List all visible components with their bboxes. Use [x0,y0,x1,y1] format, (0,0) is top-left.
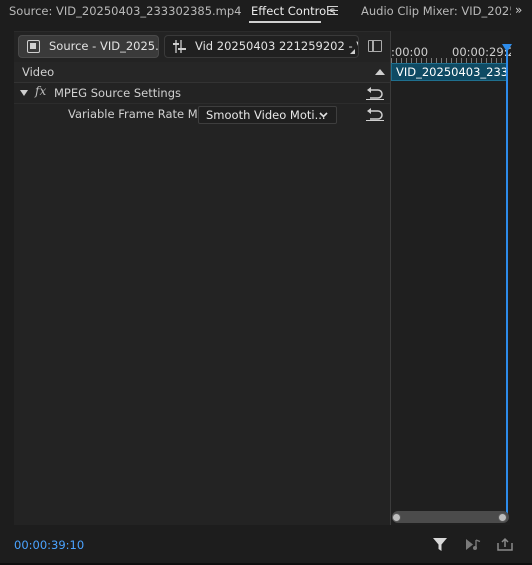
video-label: Video [22,65,55,79]
effect-name: MPEG Source Settings [54,86,182,100]
filter-icon[interactable] [433,537,447,552]
sequence-clip-button[interactable]: Vid 20250403 221259202 - VI... [164,35,359,58]
video-section-header: Video [14,62,390,83]
fx-icon[interactable]: fx [35,84,46,98]
timeline-clip[interactable]: VID_20250403_233302385 [391,63,508,81]
play-audio-icon[interactable] [465,537,481,552]
panel-toggle-icon[interactable] [368,40,382,52]
current-timecode[interactable]: 00:00:39:10 [14,538,84,552]
playhead[interactable] [506,46,508,514]
tab-audio-clip-mixer[interactable]: Audio Clip Mixer: VID_20250403 [361,4,511,18]
dropdown-corner-icon [350,49,355,54]
frame-rate-dropdown[interactable]: Smooth Video Moti... [198,106,337,124]
sequence-icon [173,40,186,53]
dropdown-value: Smooth Video Moti... [206,108,326,122]
ruler-end-time: 00:00:29:2 [452,45,511,59]
export-icon[interactable] [497,537,513,552]
source-clip-icon [27,40,40,53]
reset-icon[interactable] [366,108,384,121]
panel-tab-strip: Source: VID_20250403_233302385.mp4 Effec… [0,0,532,24]
menu-icon[interactable] [328,6,338,15]
effect-timeline [390,31,510,525]
zoom-scrollbar[interactable] [392,511,509,523]
tab-effect-controls[interactable]: Effect Controls [251,4,335,18]
timeline-clip-label: VID_20250403_233302385 [396,65,508,79]
ruler-start-time: :00:00 [391,45,429,59]
property-label: Variable Frame Rate Mo... [68,107,216,121]
collapse-icon[interactable] [375,69,385,75]
overflow-chevron-icon[interactable]: » [515,3,522,17]
tab-source[interactable]: Source: VID_20250403_233302385.mp4 [9,4,242,18]
twirl-down-icon[interactable] [20,90,28,96]
source-clip-button[interactable]: Source - VID_2025... [18,35,159,58]
zoom-scrollbar-left-handle[interactable] [392,513,401,522]
zoom-scrollbar-right-handle[interactable] [498,513,507,522]
dropdown-arrow-icon [319,112,328,118]
active-tab-indicator [249,21,321,23]
effect-row[interactable]: MPEG Source Settings [14,83,390,104]
reset-icon[interactable] [366,87,384,100]
sequence-clip-label: Vid 20250403 221259202 - VI... [195,39,358,53]
source-clip-label: Source - VID_2025... [49,39,159,53]
